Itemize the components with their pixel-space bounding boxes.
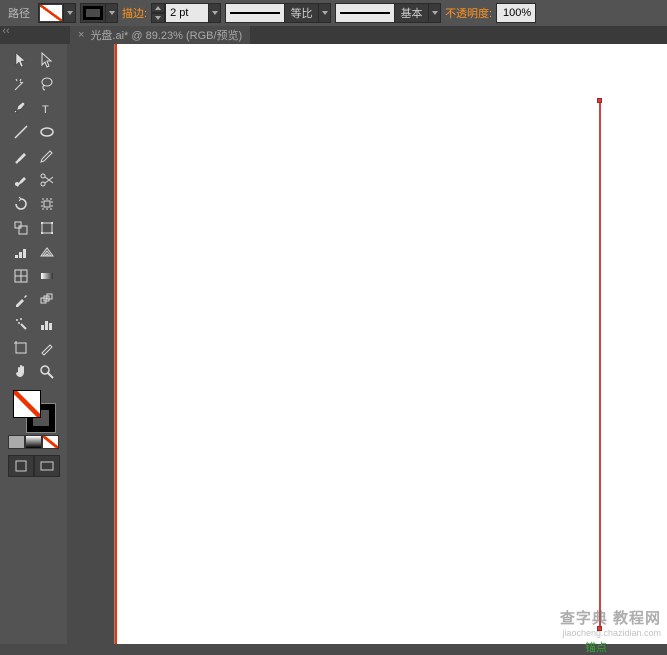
color-mode-solid[interactable] — [8, 435, 25, 449]
fill-color-swatch[interactable] — [13, 390, 41, 418]
artboard-tool[interactable] — [8, 336, 34, 360]
stroke-weight-dropdown[interactable] — [209, 3, 221, 23]
scissors-tool[interactable] — [34, 168, 60, 192]
width-tool[interactable] — [8, 240, 34, 264]
free-transform-tool[interactable] — [34, 216, 60, 240]
stroke-label: 描边: — [122, 5, 147, 21]
canvas[interactable]: 锚点 查字典 教程网 jiaocheng.chazidian.com — [114, 44, 667, 644]
type-tool[interactable]: T — [34, 96, 60, 120]
panel-collapse-icon[interactable]: ‹‹ — [2, 28, 10, 34]
blend-tool[interactable] — [34, 288, 60, 312]
tools-panel: T — [0, 44, 67, 644]
stroke-weight-up[interactable] — [151, 3, 165, 13]
variable-width-profile[interactable] — [225, 3, 285, 23]
selection-type-label: 路径 — [4, 5, 34, 21]
lasso-tool[interactable] — [34, 72, 60, 96]
brush-dropdown[interactable] — [429, 3, 441, 23]
gradient-tool[interactable] — [34, 264, 60, 288]
control-bar: 路径 描边: 2 pt 等比 基本 不透明度: 100% — [0, 0, 667, 26]
close-tab-icon[interactable]: × — [78, 29, 84, 41]
stroke-weight-down[interactable] — [151, 13, 165, 23]
drawn-path[interactable] — [599, 100, 601, 630]
variable-width-label: 等比 — [285, 3, 319, 23]
opacity-input[interactable]: 100% — [496, 3, 536, 23]
screen-mode-button[interactable] — [34, 455, 60, 477]
stroke-swatch[interactable] — [80, 3, 106, 23]
stroke-dropdown[interactable] — [106, 3, 118, 23]
ellipse-tool[interactable] — [34, 120, 60, 144]
eyedropper-tool[interactable] — [8, 288, 34, 312]
pen-tool[interactable] — [8, 96, 34, 120]
variable-width-dropdown[interactable] — [319, 3, 331, 23]
panel-gutter — [67, 44, 114, 644]
watermark-line1: 查字典 教程网 — [560, 607, 661, 628]
document-tab[interactable]: × 光盘.ai* @ 89.23% (RGB/预览) — [70, 26, 250, 44]
hand-tool[interactable] — [8, 360, 34, 384]
slice-tool[interactable] — [34, 336, 60, 360]
column-graph-tool[interactable] — [34, 312, 60, 336]
stroke-weight-input[interactable]: 2 pt — [165, 3, 209, 23]
color-mode-none[interactable] — [42, 435, 59, 449]
color-mode-row — [8, 435, 59, 449]
selection-tool[interactable] — [8, 48, 34, 72]
color-mode-gradient[interactable] — [25, 435, 42, 449]
direct-selection-tool[interactable] — [34, 48, 60, 72]
screen-mode-row — [8, 455, 60, 477]
line-segment-tool[interactable] — [8, 120, 34, 144]
fill-dropdown[interactable] — [64, 3, 76, 23]
pencil-tool[interactable] — [34, 144, 60, 168]
paintbrush-tool[interactable] — [8, 144, 34, 168]
fill-swatch[interactable] — [38, 3, 64, 23]
document-tab-title: 光盘.ai* @ 89.23% (RGB/预览) — [90, 27, 242, 43]
reflect-tool[interactable] — [34, 192, 60, 216]
main-area: T — [0, 44, 667, 644]
opacity-label: 不透明度: — [445, 5, 492, 21]
brush-definition[interactable] — [335, 3, 395, 23]
anchor-label: 锚点 — [585, 639, 607, 655]
draw-mode-normal[interactable] — [8, 455, 34, 477]
zoom-tool[interactable] — [34, 360, 60, 384]
watermark: 查字典 教程网 jiaocheng.chazidian.com — [560, 607, 661, 638]
rotate-tool[interactable] — [8, 192, 34, 216]
scale-tool[interactable] — [8, 216, 34, 240]
watermark-line2: jiaocheng.chazidian.com — [560, 628, 661, 638]
anchor-point-top[interactable] — [597, 98, 602, 103]
mesh-tool[interactable] — [8, 264, 34, 288]
symbol-sprayer-tool[interactable] — [8, 312, 34, 336]
fill-stroke-swatches[interactable] — [13, 390, 55, 432]
perspective-grid-tool[interactable] — [34, 240, 60, 264]
magic-wand-tool[interactable] — [8, 72, 34, 96]
brush-label: 基本 — [395, 3, 429, 23]
blob-brush-tool[interactable] — [8, 168, 34, 192]
artboard-edge — [115, 44, 117, 644]
stroke-weight-spinner[interactable]: 2 pt — [151, 3, 221, 23]
document-tab-bar: ‹‹ × 光盘.ai* @ 89.23% (RGB/预览) — [0, 26, 667, 44]
svg-text:T: T — [42, 104, 49, 116]
